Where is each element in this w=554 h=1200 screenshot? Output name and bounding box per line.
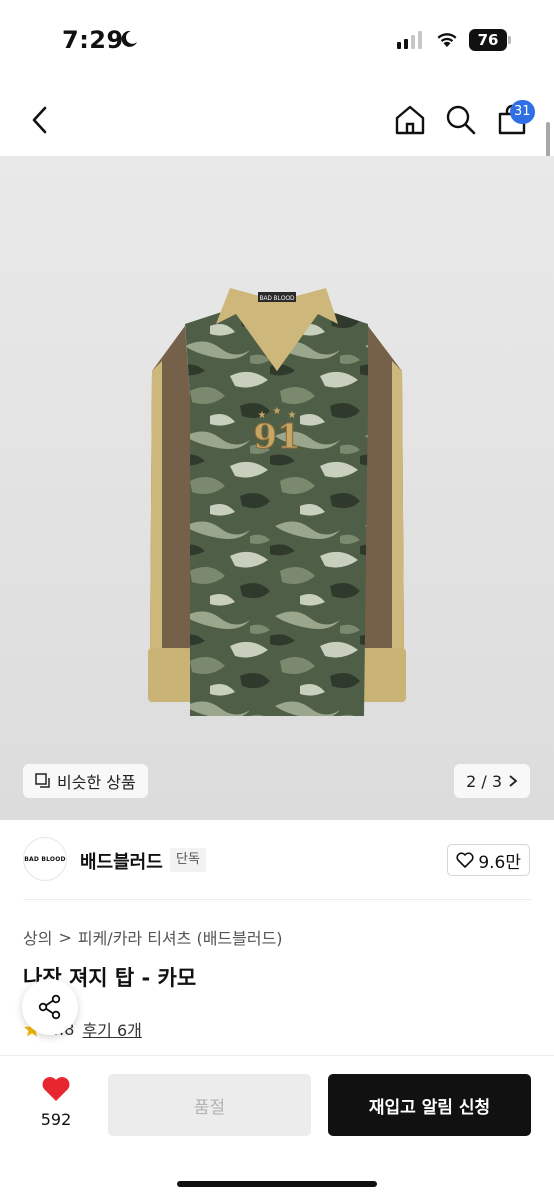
breadcrumb-category[interactable]: 상의 — [23, 925, 52, 949]
moon-icon — [121, 30, 137, 47]
home-icon[interactable] — [394, 104, 426, 136]
heart-outline-icon — [456, 852, 474, 868]
search-icon[interactable] — [445, 104, 477, 136]
share-button[interactable] — [22, 979, 78, 1035]
status-time: 7:29 — [62, 26, 124, 54]
divider — [23, 899, 531, 900]
breadcrumb-subcategory[interactable]: 피케/카라 티셔츠 (배드블러드) — [78, 925, 283, 949]
restock-alert-button[interactable]: 재입고 알림 신청 — [328, 1074, 531, 1136]
image-counter[interactable]: 2 / 3 — [454, 764, 530, 798]
product-image[interactable]: BAD BLOOD 91 ★ ★ ★ — [0, 156, 554, 820]
similar-products-label: 비슷한 상품 — [57, 773, 136, 792]
battery-cap — [508, 36, 511, 44]
chevron-right-icon — [509, 775, 518, 787]
exclusive-badge: 단독 — [170, 848, 206, 872]
wishlist-count: 592 — [40, 1110, 72, 1129]
soldout-button: 품절 — [108, 1074, 311, 1136]
breadcrumb-separator: > — [58, 927, 72, 947]
cart-count-badge: 31 — [510, 100, 535, 124]
heart-filled-icon — [42, 1077, 70, 1101]
brand-logo[interactable]: BAD BLOOD — [23, 837, 67, 881]
brand-name[interactable]: 배드블러드 — [80, 848, 163, 874]
jersey-illustration: BAD BLOOD 91 ★ ★ ★ — [148, 288, 406, 716]
top-nav — [0, 84, 554, 156]
battery-indicator: 76 — [469, 29, 507, 51]
svg-text:★: ★ — [273, 406, 282, 417]
svg-text:★: ★ — [288, 410, 297, 421]
home-indicator — [177, 1181, 377, 1187]
copy-icon — [35, 773, 50, 788]
jersey-number: 91 — [253, 417, 300, 457]
brand-like-button[interactable]: 9.6만 — [447, 844, 530, 876]
wifi-icon — [437, 33, 457, 47]
svg-text:★: ★ — [258, 410, 267, 421]
share-icon — [38, 994, 61, 1020]
image-counter-text: 2 / 3 — [466, 771, 502, 791]
brand-tag-text: BAD BLOOD — [259, 296, 295, 302]
signal-icon — [397, 31, 422, 49]
wishlist-button[interactable]: 592 — [30, 1076, 82, 1129]
back-icon[interactable] — [28, 104, 52, 136]
brand-like-count: 9.6만 — [478, 852, 521, 873]
status-bar: 7:29 76 — [0, 0, 554, 84]
review-count-link[interactable]: 후기 6개 — [82, 1017, 141, 1041]
bottom-action-bar: 592 품절 재입고 알림 신청 — [0, 1055, 554, 1200]
breadcrumb: 상의 > 피케/카라 티셔츠 (배드블러드) — [23, 925, 283, 949]
brand-row: BAD BLOOD 배드블러드 단독 9.6만 — [0, 832, 554, 890]
similar-products-button[interactable]: 비슷한 상품 — [23, 764, 148, 798]
